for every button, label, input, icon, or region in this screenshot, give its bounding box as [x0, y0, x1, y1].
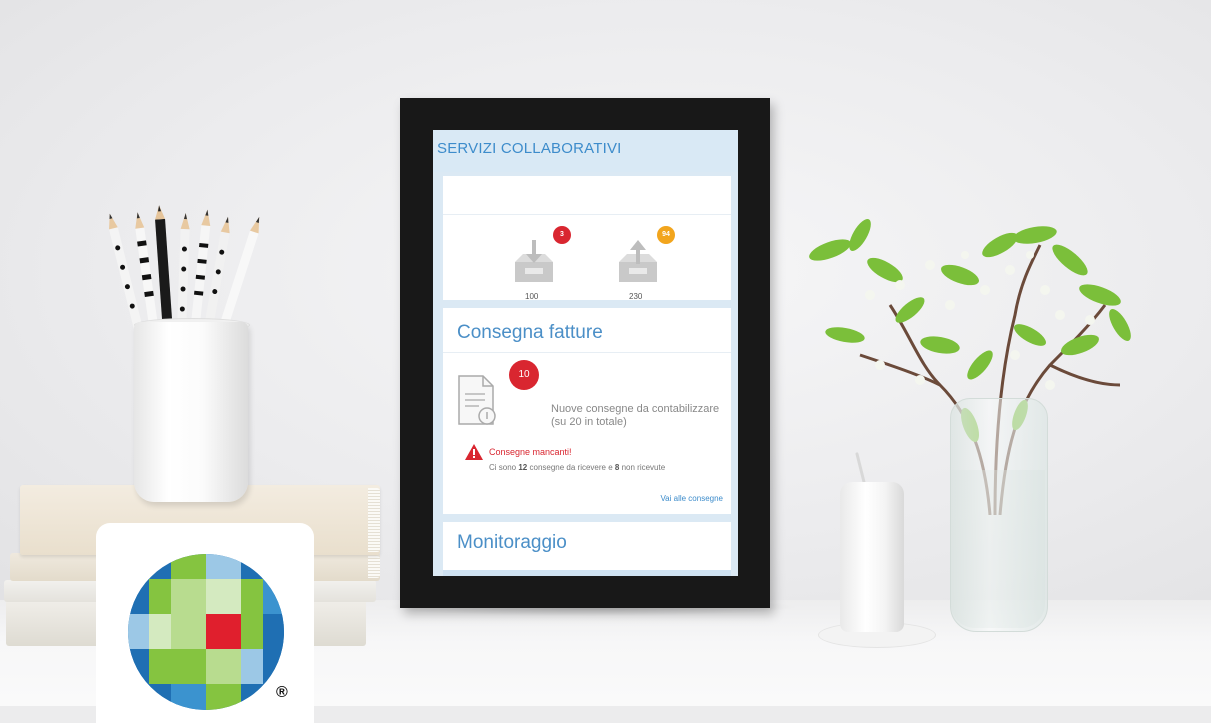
new-deliveries-text: Nuove consegne da contabilizzare (su 20 … [551, 403, 738, 429]
delivery-badge: 10 [509, 360, 539, 390]
delivery-card: Consegna fatture 10 Nuove consegne da co… [443, 308, 731, 514]
warning-title: Consegne mancanti! [489, 447, 572, 457]
inbox-out-count: 230 [629, 292, 643, 301]
app-title: SERVIZI COLLABORATIVI [437, 140, 622, 157]
inbox-card: 3 100 94 230 [443, 176, 731, 301]
inbox-download-icon [515, 240, 553, 282]
inbox-upload-icon [619, 240, 657, 282]
warning-count-to-receive: 12 [518, 463, 528, 472]
pencil-cup [134, 322, 248, 502]
monitor-card-title: Monitoraggio [457, 532, 567, 553]
delivery-card-title: Consegna fatture [457, 322, 603, 343]
inbox-in-button[interactable]: 3 100 [509, 226, 571, 301]
warning-text: Ci sono 12 consegne da ricevere e 8 non … [489, 463, 665, 472]
frame-screen: SERVIZI COLLABORATIVI 3 100 94 230 Conse… [433, 130, 738, 576]
pencil-bundle-icon [109, 205, 260, 335]
warning-suffix: non ricevute [621, 463, 666, 472]
warning-icon [465, 444, 483, 460]
inbox-out-button[interactable]: 94 230 [613, 226, 675, 301]
registered-mark: ® [276, 684, 288, 701]
document-icon [458, 375, 496, 425]
picture-frame: SERVIZI COLLABORATIVI 3 100 94 230 Conse… [400, 98, 770, 608]
app-header: SERVIZI COLLABORATIVI [433, 130, 738, 172]
logo-icon [128, 554, 284, 710]
inbox-in-count: 100 [525, 292, 539, 301]
warning-count-not-received: 8 [614, 463, 620, 472]
app-screen: SERVIZI COLLABORATIVI 3 100 94 230 Conse… [433, 130, 738, 576]
inbox-in-badge: 3 [553, 226, 571, 244]
new-deliveries-line2: (su 20 in totale) [551, 416, 627, 428]
photo-scene: SERVIZI COLLABORATIVI 3 100 94 230 Conse… [0, 0, 1211, 723]
warning-prefix: Ci sono [489, 463, 517, 472]
new-deliveries-line1: Nuove consegne da contabilizzare [551, 403, 720, 415]
monitor-card-bar [443, 570, 731, 576]
monitor-card: Monitoraggio [443, 522, 731, 576]
warning-middle: consegne da ricevere e [529, 463, 613, 472]
glass-vase [950, 398, 1048, 632]
inbox-out-badge: 94 [657, 226, 675, 244]
card-divider [443, 352, 731, 353]
card-divider [443, 214, 731, 215]
go-to-deliveries-link[interactable]: Vai alle consegne [660, 494, 723, 503]
